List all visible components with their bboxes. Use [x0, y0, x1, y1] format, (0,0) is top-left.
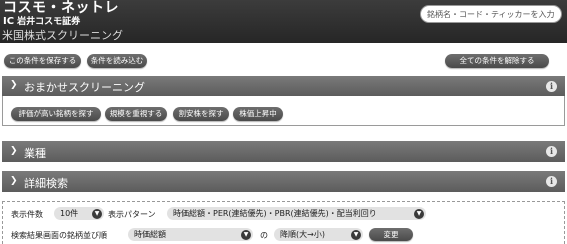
chevron-down-icon: ▼ — [92, 208, 102, 219]
chevron-down-icon: ▼ — [241, 229, 251, 240]
display-count-value: 10件 — [60, 209, 79, 218]
app-header: コスモ・ネットレ IC 岩井コスモ証券 米国株式スクリーニング — [0, 0, 567, 43]
omakase-screening-body: 評価が高い銘柄を探す 規模を重視する 割安株を探す 株価上昇中 — [2, 96, 565, 126]
sort-field-select[interactable]: 時価総額 ▼ — [128, 228, 253, 241]
info-icon[interactable]: i — [546, 176, 557, 187]
info-icon[interactable]: i — [546, 81, 557, 92]
rising-price-button[interactable]: 株価上昇中 — [233, 107, 283, 121]
search-input[interactable] — [427, 7, 557, 21]
omakase-screening-title: おまかせスクリーニング — [24, 81, 145, 94]
chevron-down-icon: ❯ — [10, 80, 18, 90]
detail-search-header[interactable]: ❯ 詳細検索 i — [2, 171, 565, 192]
emphasize-scale-button[interactable]: 規模を重視する — [105, 107, 167, 121]
chevron-right-icon: ❯ — [10, 176, 18, 186]
display-pattern-label: 表示パターン — [108, 210, 156, 219]
sort-connector-label: の — [260, 231, 268, 240]
display-count-label: 表示件数 — [11, 210, 43, 219]
industry-panel-title: 業種 — [24, 147, 46, 160]
sort-order-value: 降順(大→小) — [280, 230, 325, 239]
display-options: 表示件数 10件 ▼ 表示パターン 時価総額・PER(連結優先)・PBR(連結優… — [2, 201, 565, 244]
brand-subtitle: IC 岩井コスモ証券 — [3, 14, 80, 27]
page-title: 米国株式スクリーニング — [2, 29, 123, 42]
industry-panel-header[interactable]: ❯ 業種 i — [2, 141, 565, 162]
load-condition-button[interactable]: 条件を読み込む — [87, 54, 147, 68]
sort-field-value: 時価総額 — [134, 230, 166, 239]
display-count-select[interactable]: 10件 ▼ — [54, 207, 104, 220]
find-undervalued-stocks-button[interactable]: 割安株を探す — [173, 107, 229, 121]
display-pattern-value: 時価総額・PER(連結優先)・PBR(連結優先)・配当利回り — [173, 209, 377, 218]
sort-order-select[interactable]: 降順(大→小) ▼ — [274, 228, 363, 241]
chevron-down-icon: ▼ — [351, 229, 361, 240]
clear-all-conditions-button[interactable]: 全ての条件を解除する — [445, 54, 549, 68]
info-icon[interactable]: i — [546, 146, 557, 157]
display-pattern-select[interactable]: 時価総額・PER(連結優先)・PBR(連結優先)・配当利回り ▼ — [167, 207, 426, 220]
chevron-right-icon: ❯ — [10, 146, 18, 156]
chevron-down-icon: ▼ — [414, 208, 424, 219]
omakase-screening-header[interactable]: ❯ おまかせスクリーニング i — [2, 76, 565, 96]
change-button[interactable]: 変更 — [369, 228, 413, 241]
sort-order-label: 検索結果画面の銘柄並び順 — [11, 231, 107, 240]
brand-mark-icon: IC — [3, 16, 15, 27]
brand-company-name: 岩井コスモ証券 — [17, 17, 81, 27]
save-condition-button[interactable]: この条件を保存する — [4, 54, 81, 68]
detail-search-title: 詳細検索 — [24, 177, 68, 190]
high-rating-stocks-button[interactable]: 評価が高い銘柄を探す — [11, 107, 101, 121]
search-box — [420, 5, 562, 23]
